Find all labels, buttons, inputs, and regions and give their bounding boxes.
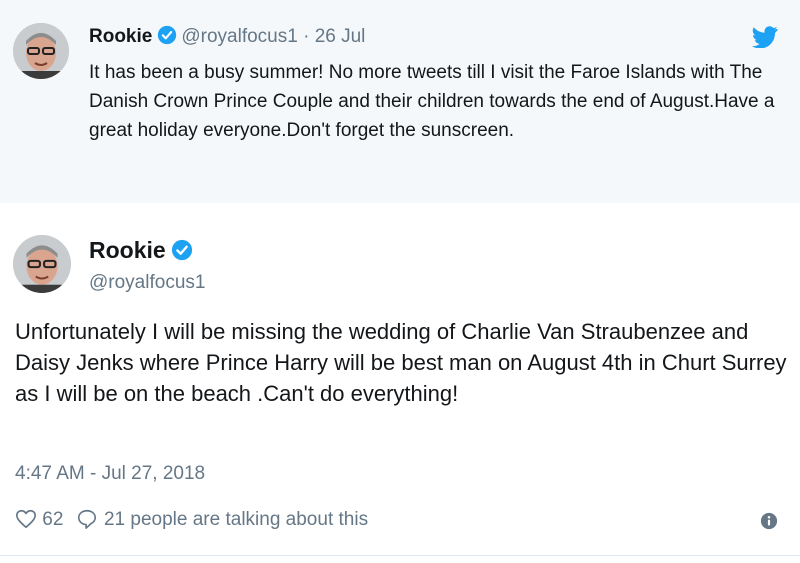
- tweet-timestamp[interactable]: 4:47 AM - Jul 27, 2018: [15, 462, 205, 486]
- heart-icon[interactable]: [15, 508, 37, 530]
- like-count[interactable]: 62: [42, 509, 63, 530]
- author-handle[interactable]: @royalfocus1: [181, 26, 297, 47]
- info-icon[interactable]: [760, 512, 778, 530]
- comment-icon[interactable]: [75, 508, 99, 530]
- separator-dot: ·: [303, 26, 310, 47]
- author-handle[interactable]: @royalfocus1: [89, 271, 205, 295]
- twitter-bird-icon[interactable]: [752, 26, 778, 48]
- verified-badge-icon: [158, 25, 177, 45]
- divider: [0, 555, 800, 556]
- parent-tweet-text: It has been a busy summer! No more tweet…: [89, 62, 775, 141]
- tweet-actions: 62 21 people are talking about this: [15, 508, 368, 532]
- author-name[interactable]: Rookie: [89, 26, 152, 47]
- conversation-link[interactable]: 21 people are talking about this: [104, 509, 368, 530]
- parent-tweet-header: Rookie @royalfocus1 · 26 Jul: [89, 25, 365, 49]
- main-tweet-author: Rookie: [89, 236, 197, 264]
- avatar[interactable]: [13, 23, 69, 79]
- main-tweet-text: Unfortunately I will be missing the wedd…: [15, 319, 787, 406]
- avatar[interactable]: [13, 235, 71, 293]
- author-name[interactable]: Rookie: [89, 237, 166, 263]
- verified-badge-icon: [171, 239, 192, 261]
- tweet-date[interactable]: 26 Jul: [315, 26, 366, 47]
